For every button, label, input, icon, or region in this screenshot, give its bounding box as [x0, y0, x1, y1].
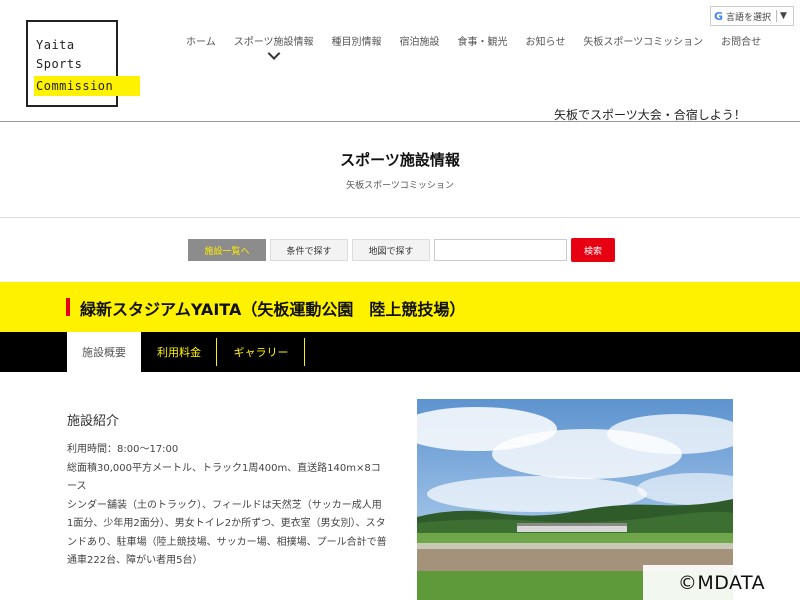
tab-divider: [304, 338, 305, 366]
nav-item-home[interactable]: ホーム: [186, 33, 225, 48]
page-header: スポーツ施設情報 矢板スポーツコミッション: [0, 123, 800, 218]
nav-item-lodging[interactable]: 宿泊施設: [391, 33, 449, 48]
site-header: Yaita Sports Commission ホーム スポーツ施設情報 種目別…: [0, 0, 800, 122]
tagline: 矢板でスポーツ大会・合宿しよう！: [554, 108, 746, 122]
facility-title-banner: 緑新スタジアムYAITA（矢板運動公園 陸上競技場）: [0, 282, 800, 332]
intro-area: 総面積30,000平方メートル、トラック1周400m、直送路140m×8コース: [67, 462, 381, 493]
nav-item-facilities[interactable]: スポーツ施設情報: [225, 33, 323, 60]
page-title: スポーツ施設情報: [340, 151, 460, 169]
search-submit-button[interactable]: 検索: [571, 238, 615, 262]
tab-overview[interactable]: 施設概要: [67, 332, 141, 372]
nav-item-food-sightseeing[interactable]: 食事・観光: [449, 33, 517, 48]
page-subtitle: 矢板スポーツコミッション: [346, 181, 454, 191]
facility-name: 緑新スタジアムYAITA（矢板運動公園 陸上競技場）: [80, 300, 466, 319]
nav-item-by-sport[interactable]: 種目別情報: [323, 33, 391, 48]
site-logo[interactable]: Yaita Sports Commission: [26, 20, 140, 107]
tab-gallery-label: ギャラリー: [233, 346, 289, 359]
chevron-down-icon: [267, 47, 280, 60]
tab-fees-label: 利用料金: [157, 346, 201, 359]
title-accent-bar: [66, 298, 70, 316]
tab-gallery[interactable]: ギャラリー: [217, 332, 305, 372]
google-icon: G: [714, 9, 724, 23]
logo-line-3: Commission: [34, 76, 140, 96]
nav-item-news[interactable]: お知らせ: [517, 33, 575, 48]
intro-heading: 施設紹介: [67, 414, 120, 429]
intro-details: シンダー舗装（土のトラック）、フィールドは天然芝（サッカー成人用1面分、少年用2…: [67, 499, 387, 567]
tab-fees[interactable]: 利用料金: [141, 332, 217, 372]
nav-item-contact[interactable]: お問合せ: [712, 33, 770, 48]
search-by-map-button[interactable]: 地図で探す: [352, 239, 430, 261]
intro-body: 利用時間：8:00〜17:00 総面積30,000平方メートル、トラック1周40…: [67, 441, 387, 571]
facility-tabs: 施設概要 利用料金 ギャラリー: [0, 332, 800, 372]
facility-list-button[interactable]: 施設一覧へ: [188, 239, 266, 261]
search-by-condition-button[interactable]: 条件で探す: [270, 239, 348, 261]
dropdown-arrow-icon: ▼: [780, 11, 787, 21]
search-input[interactable]: [434, 239, 567, 261]
copyright-watermark: ©MDATA: [643, 565, 800, 600]
nav-item-commission[interactable]: 矢板スポーツコミッション: [574, 33, 712, 48]
intro-hours: 利用時間：8:00〜17:00: [67, 444, 179, 455]
language-select[interactable]: G 言語を選択 ▼: [710, 6, 794, 26]
logo-line-1: Yaita: [36, 38, 75, 52]
language-select-label: 言語を選択: [726, 12, 772, 23]
logo-line-2: Sports: [36, 57, 83, 71]
global-nav: ホーム スポーツ施設情報 種目別情報 宿泊施設 食事・観光 お知らせ 矢板スポー…: [186, 33, 770, 60]
facility-search-bar: 施設一覧へ 条件で探す 地図で探す 検索: [188, 238, 615, 262]
divider: [776, 10, 778, 22]
